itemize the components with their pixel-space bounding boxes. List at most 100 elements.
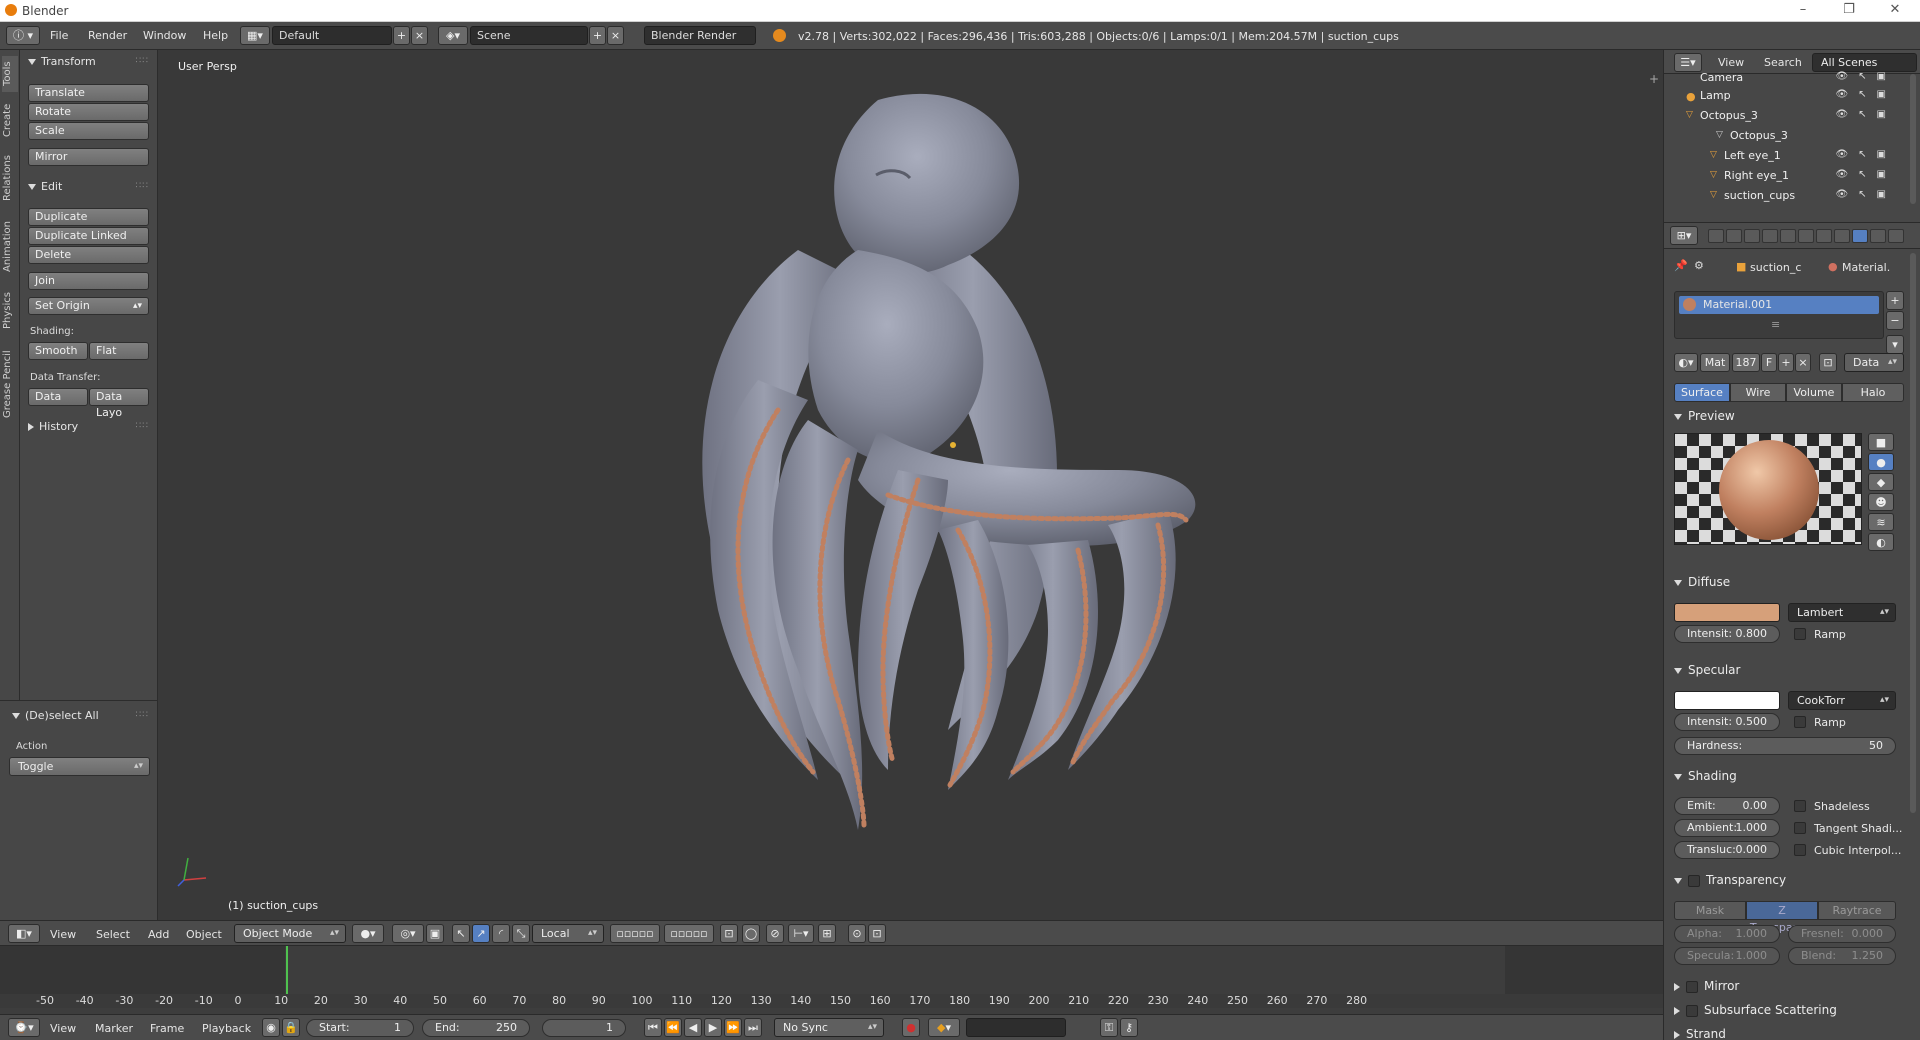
preview-sphere-icon[interactable]: ● [1868, 453, 1894, 471]
editor-type-info-button[interactable]: ⓘ ▾ [6, 26, 40, 45]
hardness-field[interactable]: Hardness: 50 [1674, 737, 1896, 755]
jump-keyframe-back-icon[interactable]: ⏪ [664, 1018, 682, 1037]
diffuse-shader-dropdown[interactable]: Lambert ▴▾ [1788, 603, 1896, 622]
specular-intensity-field[interactable]: Intensit: 0.500 [1674, 713, 1780, 731]
layout-field[interactable]: Default [272, 26, 392, 45]
preview-flat-icon[interactable]: ■ [1868, 433, 1894, 451]
menu-window[interactable]: Window [143, 29, 186, 42]
end-frame-field[interactable]: End: 250 [422, 1019, 530, 1037]
visibility-icons[interactable]: 👁↖▣ [1835, 149, 1896, 160]
link-data-dropdown[interactable]: Data ▴▾ [1844, 353, 1904, 372]
menu-select[interactable]: Select [96, 928, 130, 941]
snap-toggle-icon[interactable]: ⊘ [766, 924, 784, 943]
lock-camera-icon[interactable]: ⊡ [720, 924, 738, 943]
keying-set-icon[interactable]: ◆▾ [928, 1018, 960, 1037]
scale-manipulator-button[interactable]: ⤡ [512, 924, 530, 943]
object-tab-icon[interactable] [1780, 229, 1796, 243]
mirror-section-header[interactable]: Mirror [1674, 979, 1739, 993]
diffuse-ramp-checkbox[interactable] [1794, 628, 1806, 640]
preview-sky-icon[interactable]: ◐ [1868, 533, 1894, 551]
layout-remove-button[interactable]: × [411, 26, 428, 45]
mode-dropdown[interactable]: Object Mode ▴▾ [234, 924, 346, 943]
cubic-interpolation-checkbox[interactable] [1794, 844, 1806, 856]
panel-grip-icon[interactable]: ∷∷ [136, 181, 149, 191]
emit-field[interactable]: Emit: 0.00 [1674, 797, 1780, 815]
preview-cube-icon[interactable]: ◆ [1868, 473, 1894, 491]
menu-file[interactable]: File [50, 29, 68, 42]
data-transfer-button[interactable]: Data [28, 388, 88, 406]
viewport-add-icon[interactable]: + [1649, 72, 1659, 86]
scene-tab-icon[interactable] [1744, 229, 1760, 243]
render-engine-dropdown[interactable]: Blender Render [644, 26, 756, 45]
outliner-row[interactable]: ● Lamp 👁↖▣ [1664, 86, 1904, 106]
add-material-slot-button[interactable]: + [1886, 291, 1904, 310]
visibility-icons[interactable]: 👁↖▣ [1835, 109, 1896, 120]
tab-grease-pencil[interactable]: Grease Pencil [2, 342, 18, 426]
start-frame-field[interactable]: Start: 1 [306, 1019, 414, 1037]
manipulator-toggle-button[interactable]: ↖ [452, 924, 470, 943]
editor-type-timeline-button[interactable]: ⌚▾ [8, 1018, 40, 1037]
preview-monkey-icon[interactable]: ☻ [1868, 493, 1894, 511]
snap-target-icon[interactable]: ⊞ [818, 924, 836, 943]
play-icon[interactable]: ▶ [704, 1018, 722, 1037]
action-dropdown[interactable]: Toggle ▴▾ [9, 757, 150, 776]
menu-view[interactable]: View [50, 928, 76, 941]
scene-add-button[interactable]: + [589, 26, 606, 45]
transform-orientation-dropdown[interactable]: Local ▴▾ [532, 924, 604, 943]
preview-hair-icon[interactable]: ≋ [1868, 513, 1894, 531]
sss-checkbox[interactable] [1686, 1004, 1698, 1017]
snap-element-icon[interactable]: ⊢▾ [788, 924, 814, 943]
transparency-section-header[interactable]: Transparency [1674, 873, 1786, 887]
render-tab-icon[interactable] [1708, 229, 1724, 243]
specular-alpha-field[interactable]: Specula: 1.000 [1674, 947, 1780, 965]
scene-field[interactable]: Scene [470, 26, 588, 45]
transform-panel-header[interactable]: Transform [28, 55, 96, 68]
modifiers-tab-icon[interactable] [1816, 229, 1832, 243]
layout-icon-button[interactable]: ▦▾ [240, 26, 270, 45]
sss-section-header[interactable]: Subsurface Scattering [1674, 1003, 1837, 1017]
panel-grip-icon[interactable]: ∷∷ [136, 710, 149, 720]
material-slot-list[interactable]: Material.001 ≡ [1674, 291, 1884, 339]
operator-panel-header[interactable]: (De)select All [12, 709, 99, 722]
shadeless-checkbox[interactable] [1794, 800, 1806, 812]
render-anim-icon[interactable]: ⊡ [868, 924, 886, 943]
minimize-button[interactable]: – [1780, 0, 1826, 22]
outliner-scrollbar[interactable] [1910, 74, 1916, 204]
octopus-model[interactable] [158, 50, 1663, 920]
translate-manipulator-button[interactable]: ↗ [472, 924, 490, 943]
sync-dropdown[interactable]: No Sync ▴▾ [774, 1018, 884, 1037]
jump-keyframe-forward-icon[interactable]: ⏩ [724, 1018, 742, 1037]
menu-frame[interactable]: Frame [150, 1022, 184, 1035]
world-tab-icon[interactable] [1762, 229, 1778, 243]
fresnel-field[interactable]: Fresnel: 0.000 [1788, 925, 1896, 943]
data-tab-icon[interactable] [1834, 229, 1850, 243]
timeline-ruler[interactable]: -50 -40 -30 -20 -10 0 10 20 30 40 50 60 70 80 90 100 110… [0, 994, 1663, 1008]
preview-section-header[interactable]: Preview [1674, 409, 1735, 423]
smooth-button[interactable]: Smooth [28, 342, 88, 360]
viewport-shading-button[interactable]: ●▾ [352, 924, 384, 943]
fake-user-button[interactable]: F [1761, 353, 1777, 372]
scale-button[interactable]: Scale [28, 122, 149, 140]
limit-selection-button[interactable]: ▣ [426, 924, 444, 943]
delete-button[interactable]: Delete [28, 246, 149, 264]
properties-scrollbar[interactable] [1910, 253, 1916, 813]
jump-start-icon[interactable]: ⏮ [644, 1018, 662, 1037]
duplicate-button[interactable]: Duplicate [28, 208, 149, 226]
maximize-button[interactable]: ❐ [1826, 0, 1872, 22]
translate-button[interactable]: Translate [28, 84, 149, 102]
layout-add-button[interactable]: + [393, 26, 410, 45]
remove-material-slot-button[interactable]: − [1886, 311, 1904, 330]
specular-color-swatch[interactable] [1674, 691, 1780, 710]
jump-end-icon[interactable]: ⏭ [744, 1018, 762, 1037]
diffuse-intensity-field[interactable]: Intensit: 0.800 [1674, 625, 1780, 643]
edit-panel-header[interactable]: Edit [28, 180, 62, 193]
material-slot-row[interactable]: Material.001 [1679, 296, 1879, 314]
panel-grip-icon[interactable]: ∷∷ [136, 421, 149, 431]
pin-icon[interactable]: 📌 [1674, 259, 1688, 272]
material-specials-button[interactable]: ▾ [1886, 335, 1904, 354]
rotate-button[interactable]: Rotate [28, 103, 149, 121]
close-button[interactable]: ✕ [1872, 0, 1918, 22]
timeline-area[interactable]: -50 -40 -30 -20 -10 0 10 20 30 40 50 60 70 80 90 100 110… [0, 946, 1663, 1014]
render-preview-icon[interactable]: ⊙ [848, 924, 866, 943]
new-material-button[interactable]: + [1778, 353, 1794, 372]
